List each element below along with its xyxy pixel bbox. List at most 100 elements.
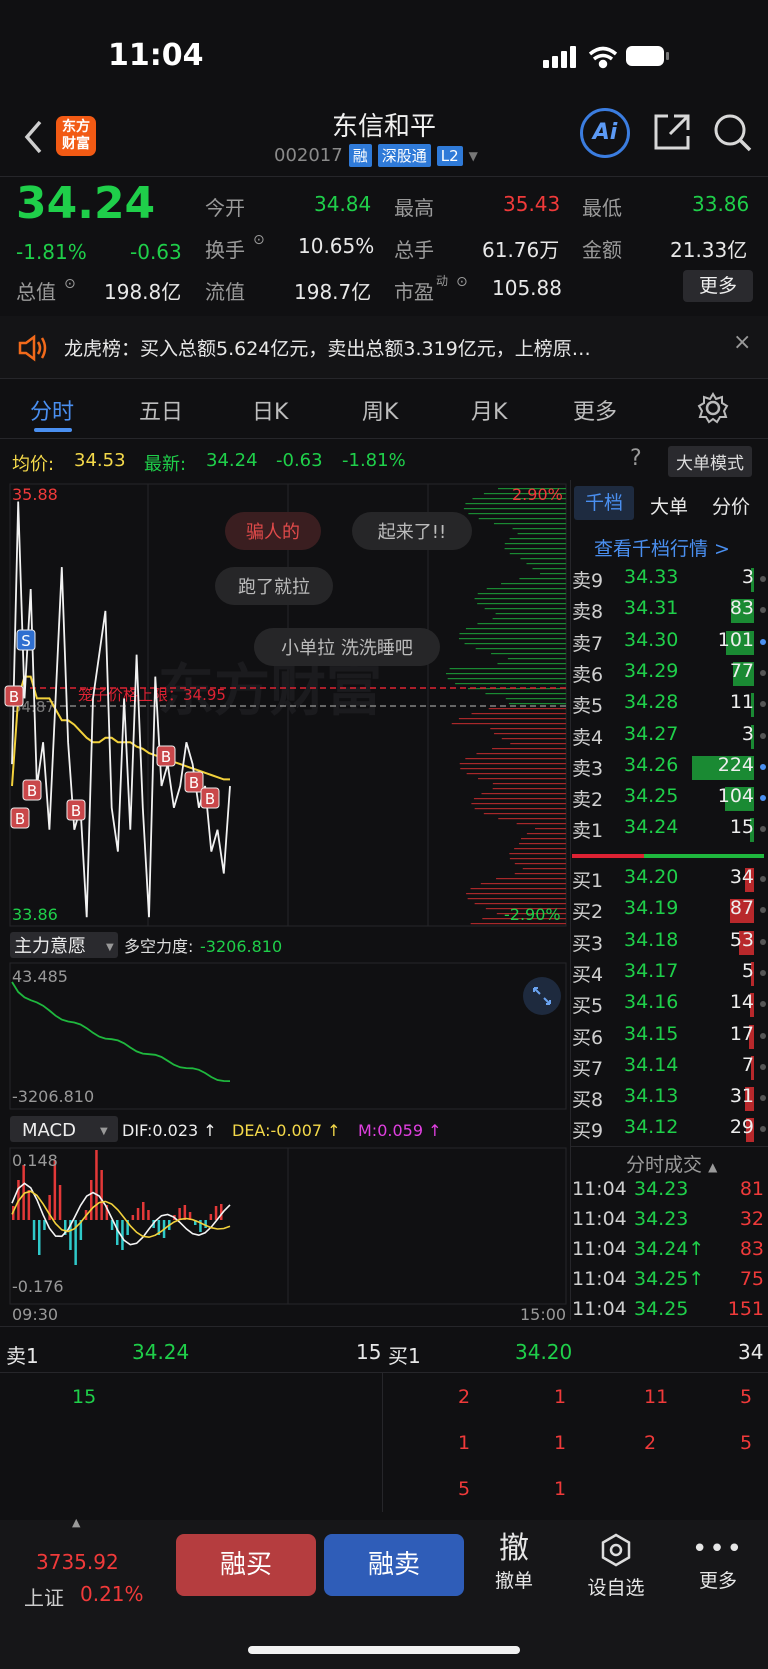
tick-volume: 75: [739, 1268, 764, 1290]
tick-time: 11:04: [572, 1208, 627, 1230]
ask-row[interactable]: 卖9 34.33 3: [570, 566, 768, 596]
intraday-chart[interactable]: 东方财富 笼子价格上限：34.95 34.87 SBBB BBBB 35.88 3…: [0, 480, 570, 1320]
tab-depth[interactable]: 千档: [574, 486, 634, 520]
tab-daily[interactable]: 日K: [252, 394, 288, 426]
bid-row[interactable]: 买2 34.19 87: [570, 897, 768, 927]
volume-value: 61.76万: [482, 238, 560, 262]
mark-label: B: [27, 782, 37, 800]
notice-bar[interactable]: 龙虎榜：买入总额5.624亿元，卖出总额3.319亿元，上榜原… ×: [0, 316, 768, 378]
tab-intraday[interactable]: 分时: [30, 394, 74, 426]
profile-bar: [471, 803, 566, 805]
info-icon[interactable]: ⊙: [456, 274, 468, 290]
depth-link[interactable]: 查看千档行情 >: [594, 534, 730, 561]
margin-buy-button[interactable]: 融买: [176, 1534, 316, 1596]
profile-bar: [492, 618, 566, 620]
profile-bar: [514, 873, 566, 875]
share-icon[interactable]: [652, 112, 692, 152]
info-icon[interactable]: ⊙: [253, 232, 265, 248]
ask-row[interactable]: 卖5 34.28 11: [570, 691, 768, 721]
bid-row[interactable]: 买4 34.17 5: [570, 960, 768, 990]
index-name: 上证: [24, 1586, 64, 1610]
macd-bar: [32, 1220, 36, 1240]
ind1-min: -3206.810: [12, 1087, 94, 1106]
help-icon[interactable]: ?: [630, 446, 642, 471]
tick-price: 34.24↑: [634, 1238, 705, 1260]
tab-bigorder[interactable]: 大单: [650, 492, 688, 519]
cancel-order-button[interactable]: 撤 撤单: [474, 1532, 554, 1593]
ask-row[interactable]: 卖3 34.26 224: [570, 754, 768, 784]
tab-byprice[interactable]: 分价: [712, 492, 750, 519]
bid-row[interactable]: 买9 34.12 29: [570, 1116, 768, 1146]
profile-bar: [455, 683, 566, 685]
bid-row[interactable]: 买6 34.15 17: [570, 1023, 768, 1053]
bid-row[interactable]: 买5 34.16 14: [570, 991, 768, 1021]
ask-row[interactable]: 卖2 34.25 104: [570, 785, 768, 815]
ask-row[interactable]: 卖6 34.29 77: [570, 660, 768, 690]
bid-order: 11: [644, 1386, 669, 1408]
search-icon[interactable]: [712, 112, 754, 154]
row-label: 买1: [572, 870, 604, 892]
bid-row[interactable]: 买7 34.14 7: [570, 1054, 768, 1084]
dea-line: [11, 1190, 231, 1239]
row-label: 买8: [572, 1089, 604, 1112]
profile-bar: [485, 693, 566, 695]
ticks-title[interactable]: 分时成交 ▲: [626, 1150, 717, 1177]
row-label: 卖1: [572, 820, 604, 843]
more-menu-button[interactable]: ••• 更多: [678, 1532, 758, 1593]
macd-bar: [209, 1214, 213, 1220]
margin-sell-button[interactable]: 融卖: [324, 1534, 464, 1596]
bid-row[interactable]: 买8 34.13 31: [570, 1085, 768, 1115]
info-icon[interactable]: ⊙: [64, 276, 76, 292]
comment-2: 起来了!!: [378, 522, 446, 543]
big-order-mode-button[interactable]: 大单模式: [668, 446, 752, 477]
profile-bar: [509, 553, 566, 555]
ind1-label: 多空力度:: [124, 937, 193, 956]
dot-icon: [760, 1095, 766, 1102]
dots-icon: •••: [691, 1534, 744, 1564]
ask-row[interactable]: 卖1 34.24 15: [570, 816, 768, 846]
row-price: 34.29: [624, 659, 679, 682]
tab-weekly[interactable]: 周K: [362, 394, 398, 426]
ymin-label: 33.86: [12, 905, 58, 924]
more-button[interactable]: 更多: [683, 270, 753, 302]
close-icon[interactable]: ×: [733, 330, 751, 355]
profile-bar: [476, 753, 566, 755]
profile-bar: [477, 593, 566, 595]
ask-row[interactable]: 卖4 34.27 3: [570, 723, 768, 753]
chevron-up-icon[interactable]: ▲: [72, 1516, 80, 1529]
ask-row[interactable]: 卖7 34.30 101: [570, 629, 768, 659]
ask-row[interactable]: 卖8 34.31 83: [570, 597, 768, 627]
row-volume: 11: [729, 691, 754, 714]
profile-bar: [492, 788, 566, 790]
tab-5day[interactable]: 五日: [139, 394, 183, 426]
stock-subtitle[interactable]: 002017 融 深股通 L2 ▼: [274, 144, 478, 167]
bid-order: 5: [740, 1386, 753, 1408]
tab-monthly[interactable]: 月K: [471, 394, 507, 426]
bid-order: 2: [644, 1432, 657, 1454]
macd-bar: [178, 1208, 181, 1220]
profile-bar: [445, 673, 566, 675]
profile-bar: [517, 533, 566, 535]
profile-bar: [467, 898, 566, 900]
dot-icon: [760, 1032, 766, 1039]
profile-bar: [447, 678, 566, 680]
profile-bar: [480, 883, 566, 885]
bid-row[interactable]: 买1 34.20 34: [570, 866, 768, 896]
profile-bar: [501, 583, 566, 585]
chevron-down-icon: ▼: [468, 148, 478, 163]
mark-label: B: [189, 774, 199, 792]
mark-label: B: [161, 748, 171, 766]
tab-more[interactable]: 更多: [573, 394, 617, 426]
ai-button[interactable]: Ai: [580, 108, 630, 158]
profile-bar: [449, 668, 566, 670]
add-favorite-button[interactable]: 设自选: [576, 1532, 656, 1600]
bid-order: 1: [554, 1478, 567, 1500]
bid-row[interactable]: 买3 34.18 53: [570, 929, 768, 959]
index-pct: 0.21%: [80, 1582, 144, 1606]
profile-bar: [510, 743, 566, 745]
amount-value: 21.33亿: [670, 238, 748, 262]
profile-bar: [540, 573, 566, 575]
gear-icon[interactable]: [697, 392, 729, 424]
index-value: 3735.92: [36, 1550, 119, 1574]
tick-price: 34.25: [634, 1298, 689, 1320]
